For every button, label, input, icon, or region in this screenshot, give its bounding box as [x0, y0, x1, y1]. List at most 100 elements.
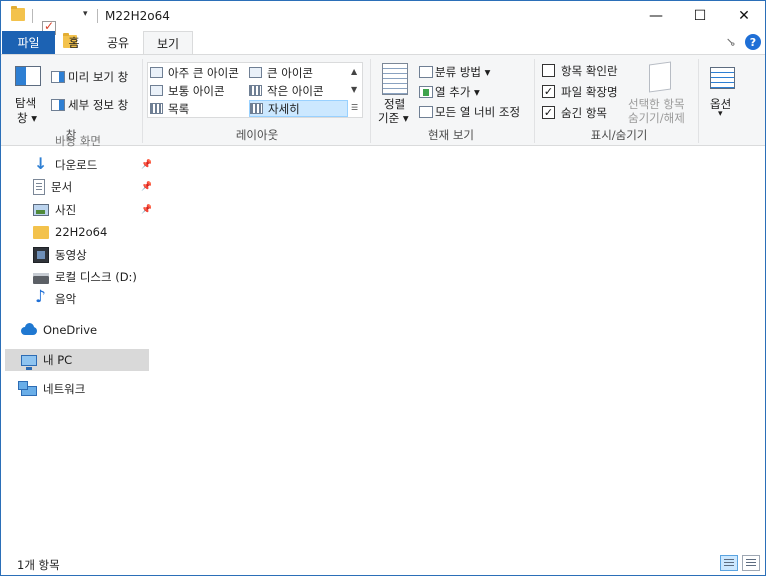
nav-item-downloads[interactable]: 다운로드 📌: [5, 154, 152, 176]
list-icon: [150, 103, 163, 114]
group-separator: [142, 59, 143, 143]
layout-scroll-up-icon[interactable]: ▲: [351, 67, 357, 76]
nav-item-documents[interactable]: 문서 📌: [5, 176, 152, 198]
customize-quick-access-icon[interactable]: ▾: [83, 9, 88, 19]
layout-extra-large-icons[interactable]: 아주 큰 아이콘: [150, 64, 248, 81]
pin-ribbon-icon[interactable]: ⊸: [723, 33, 740, 50]
size-all-columns-button[interactable]: 모든 열 너비 조정: [435, 104, 520, 120]
help-icon[interactable]: ?: [745, 34, 761, 50]
status-bar: 1개 항목: [1, 551, 765, 575]
hidden-items-checkbox[interactable]: ✓: [542, 106, 555, 119]
layout-large-icons[interactable]: 큰 아이콘: [249, 64, 348, 81]
nav-item-music[interactable]: 음악: [5, 287, 149, 310]
nav-item-network[interactable]: 네트워크: [5, 378, 149, 400]
explorer-window: ▾ M22H2o64 — ☐ ✕ 파일 홈 공유 보기 ⊸ ? 탐색 창 ▾ 미…: [0, 0, 766, 576]
nav-item-desktop-partial[interactable]: 바탕 화면: [5, 134, 149, 148]
nav-item-label: OneDrive: [43, 323, 98, 337]
layout-item-label: 보통 아이콘: [168, 83, 225, 98]
ribbon-tabs: 파일 홈 공유 보기 ⊸ ?: [1, 31, 765, 55]
large-icons-view-icon[interactable]: [742, 555, 760, 571]
nav-item-label: 로컬 디스크 (D:): [55, 270, 137, 284]
nav-item-label: 바탕 화면: [55, 134, 101, 148]
extra-large-icons-icon: [150, 67, 163, 78]
details-pane-button[interactable]: 세부 정보 창: [68, 97, 128, 113]
maximize-button[interactable]: ☐: [677, 1, 723, 31]
nav-item-22h2o64[interactable]: 22H2o64: [5, 221, 149, 243]
preview-pane-icon: [51, 71, 65, 83]
tab-share[interactable]: 공유: [93, 31, 143, 54]
item-checkboxes-label[interactable]: 항목 확인란: [561, 63, 618, 79]
hide-selected-items-icon: [649, 61, 671, 93]
tab-home[interactable]: 홈: [55, 31, 93, 54]
details-pane-icon: [51, 99, 65, 111]
window-title: M22H2o64: [105, 9, 170, 23]
group-separator: [370, 59, 371, 143]
navigation-pane-icon[interactable]: [15, 66, 41, 86]
nav-item-label: 음악: [55, 292, 77, 306]
desktop-icon: [33, 134, 49, 148]
layout-details[interactable]: 자세히: [249, 100, 348, 117]
layout-item-label: 아주 큰 아이콘: [168, 65, 239, 80]
ribbon-view: 탐색 창 ▾ 미리 보기 창 세부 정보 창 창 아주 큰 아이콘 큰 아이콘 …: [1, 54, 765, 146]
file-extensions-label[interactable]: 파일 확장명: [561, 84, 618, 100]
item-count: 1개 항목: [17, 558, 60, 572]
quick-access-separator: [32, 9, 33, 23]
file-extensions-checkbox[interactable]: ✓: [542, 85, 555, 98]
navigation-pane-dropdown[interactable]: 창 ▾: [17, 110, 37, 126]
nav-item-videos[interactable]: 동영상: [5, 244, 149, 266]
close-button[interactable]: ✕: [721, 1, 766, 31]
layout-list[interactable]: 목록: [150, 100, 248, 117]
nav-item-label: 문서: [51, 180, 73, 194]
group-label-show-hide: 표시/숨기기: [590, 128, 648, 142]
navigation-pane-button[interactable]: 탐색: [15, 95, 36, 111]
this-pc-icon: [21, 354, 37, 370]
layout-expand-icon[interactable]: ☰: [351, 103, 358, 112]
details-view-icon[interactable]: [720, 555, 738, 571]
pictures-icon: [33, 204, 49, 216]
preview-pane-button[interactable]: 미리 보기 창: [68, 69, 128, 85]
music-icon: [33, 287, 49, 307]
nav-item-label: 내 PC: [43, 353, 73, 367]
file-list-area[interactable]: [151, 147, 765, 547]
options-dropdown-icon[interactable]: ▾: [718, 109, 723, 119]
group-by-icon: [419, 66, 433, 78]
group-separator: [534, 59, 535, 143]
layout-gallery: 아주 큰 아이콘 큰 아이콘 보통 아이콘 작은 아이콘 목록 자세히: [147, 62, 363, 118]
nav-item-label: 동영상: [55, 248, 87, 262]
network-icon: [18, 381, 37, 396]
nav-item-pictures[interactable]: 사진 📌: [5, 199, 152, 221]
group-label-layout: 레이아웃: [235, 128, 279, 142]
group-by-button[interactable]: 분류 방법 ▾: [435, 64, 490, 80]
layout-item-label: 작은 아이콘: [267, 83, 324, 98]
tab-file[interactable]: 파일: [2, 31, 55, 54]
nav-item-label: 사진: [55, 203, 77, 217]
nav-item-local-disk-d[interactable]: 로컬 디스크 (D:): [5, 266, 149, 288]
add-columns-button[interactable]: 열 추가 ▾: [435, 84, 480, 100]
title-bar: ▾ M22H2o64 — ☐ ✕: [1, 1, 766, 48]
options-icon[interactable]: [710, 67, 735, 89]
hidden-items-label[interactable]: 숨긴 항목: [561, 105, 607, 121]
add-columns-icon: [419, 86, 433, 98]
videos-icon: [33, 247, 49, 263]
layout-small-icons[interactable]: 작은 아이콘: [249, 82, 348, 99]
nav-item-this-pc[interactable]: 내 PC: [5, 349, 149, 371]
group-label-current-view: 현재 보기: [428, 128, 474, 142]
tab-view[interactable]: 보기: [143, 31, 193, 55]
small-icons-icon: [249, 85, 262, 96]
hide-selected-items-label: 숨기기/해제: [628, 111, 685, 125]
nav-item-onedrive[interactable]: OneDrive: [5, 319, 149, 341]
drive-icon: [33, 273, 49, 284]
large-icons-icon: [249, 67, 262, 78]
folder-icon: [11, 6, 25, 21]
medium-icons-icon: [150, 85, 163, 96]
layout-medium-icons[interactable]: 보통 아이콘: [150, 82, 248, 99]
details-icon: [250, 103, 263, 114]
layout-scroll-down-icon[interactable]: ▼: [351, 85, 357, 94]
item-checkboxes-checkbox[interactable]: [542, 64, 555, 77]
sort-by-icon[interactable]: [382, 63, 408, 95]
sort-by-dropdown[interactable]: 기준 ▾: [378, 110, 409, 126]
group-separator: [698, 59, 699, 143]
folder-icon: [33, 225, 49, 239]
navigation-pane: 바탕 화면 다운로드 📌 문서 📌 사진 📌 22H2o64 동영상 로컬 디스…: [1, 134, 152, 547]
minimize-button[interactable]: —: [633, 1, 679, 31]
